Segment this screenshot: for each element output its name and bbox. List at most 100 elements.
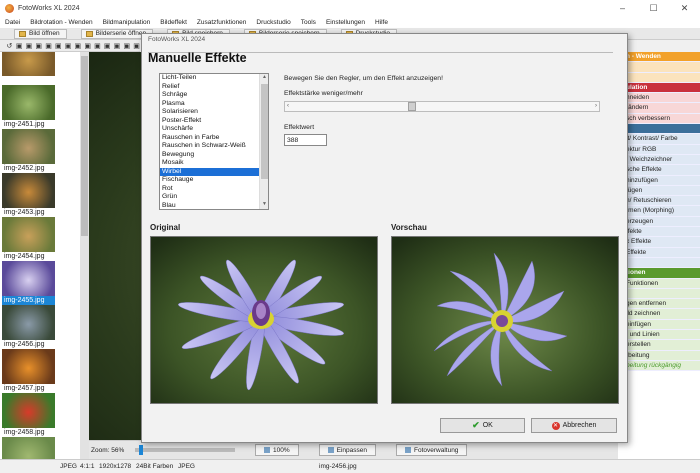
panel-section-header[interactable] xyxy=(618,124,700,135)
rotate-left-icon[interactable]: ↺ xyxy=(6,42,13,50)
slider-thumb[interactable] xyxy=(408,102,416,111)
effect-list-item[interactable]: Plasma xyxy=(160,100,268,109)
panel-function-item[interactable] xyxy=(618,288,700,300)
panel-function-item[interactable]: fügen xyxy=(618,185,700,197)
thumbnail-item[interactable]: img-2458.jpg xyxy=(2,393,55,437)
menu-print[interactable]: Druckstudio xyxy=(251,19,295,26)
image-icon[interactable]: ▣ xyxy=(114,42,121,50)
zoom-slider[interactable] xyxy=(135,445,235,455)
panel-function-item[interactable]: sche Effekte xyxy=(618,165,700,176)
panel-function-item[interactable]: n/ Retuschieren xyxy=(618,196,700,207)
panel-function-item[interactable]: ektur RGB xyxy=(618,144,700,155)
thumbnail-item[interactable]: img-2454.jpg xyxy=(2,217,55,261)
effect-list-item[interactable]: Blau xyxy=(160,202,268,210)
panel-function-item[interactable]: hinzufügen xyxy=(618,175,700,186)
menu-help[interactable]: Hilfe xyxy=(370,19,393,26)
thumbnail-item[interactable]: img-2459.jpg xyxy=(2,437,55,459)
image-icon[interactable]: ▣ xyxy=(45,42,52,50)
image-icon[interactable]: ▣ xyxy=(35,42,42,50)
image-icon[interactable]: ▣ xyxy=(104,42,111,50)
ok-button[interactable]: ✔ OK xyxy=(440,418,525,433)
thumbnail-item[interactable]: img-2453.jpg xyxy=(2,173,55,217)
effect-list-item[interactable]: Rot xyxy=(160,185,268,194)
menu-settings[interactable]: Einstellungen xyxy=(321,19,370,26)
panel-function-item[interactable]: einfügen xyxy=(618,319,700,331)
thumbnail-item[interactable]: img-2456.jpg xyxy=(2,305,55,349)
panel-function-item[interactable]: / Weichzeichner xyxy=(618,154,700,166)
thumbnail-item[interactable]: img-2452.jpg xyxy=(2,129,55,173)
menu-rotation[interactable]: Bildrotation - Wenden xyxy=(25,19,97,26)
panel-function-item[interactable]: beitung rückgängig xyxy=(618,360,700,372)
image-icon[interactable]: ▣ xyxy=(65,42,72,50)
image-icon[interactable]: ▣ xyxy=(123,42,130,50)
thumbnail-item[interactable]: img-2451.jpg xyxy=(2,85,55,129)
panel-function-item[interactable]: it/ Kontrast/ Farbe xyxy=(618,134,700,145)
panel-function-item[interactable]: sch verbessern xyxy=(618,113,700,125)
panel-function-item[interactable] xyxy=(618,72,700,83)
effect-list[interactable]: Licht-Teilen Relief Schräge Plasma Solarisie… xyxy=(159,73,269,210)
menu-extra[interactable]: Zusatzfunktionen xyxy=(192,19,252,26)
slider-left-arrow-icon[interactable]: ‹ xyxy=(287,103,289,109)
effect-list-item[interactable]: Grün xyxy=(160,193,268,202)
scroll-up-icon[interactable]: ▲ xyxy=(260,74,268,82)
effect-list-item[interactable]: Rauschen in Schwarz-Weiß xyxy=(160,142,268,151)
image-icon[interactable]: ▣ xyxy=(133,42,140,50)
menu-file[interactable]: Datei xyxy=(0,19,25,26)
panel-function-item[interactable]: rmen (Morphing) xyxy=(618,206,700,217)
effect-list-item[interactable]: Licht-Teilen xyxy=(160,74,268,83)
panel-function-item[interactable]: rbeitung xyxy=(618,350,700,361)
image-icon[interactable]: ▣ xyxy=(16,42,23,50)
scroll-down-icon[interactable]: ▼ xyxy=(260,201,268,209)
effect-list-scrollbar[interactable]: ▲ ▼ xyxy=(259,74,268,209)
effect-list-item[interactable]: Bewegung xyxy=(160,151,268,160)
effect-list-item[interactable]: Solarisieren xyxy=(160,108,268,117)
zoom-slider-thumb[interactable] xyxy=(138,445,143,455)
cancel-button[interactable]: ✕ Abbrechen xyxy=(531,418,617,433)
effect-strength-slider[interactable]: ‹ › xyxy=(284,101,600,112)
panel-section-header[interactable]: n - Wenden xyxy=(618,52,700,63)
panel-function-item[interactable]: erzeugen xyxy=(618,216,700,228)
thumbnail-item[interactable]: img-2455.jpg xyxy=(2,261,55,305)
fit-button[interactable]: Einpassen xyxy=(318,444,376,456)
effect-list-item[interactable]: Fischauge xyxy=(160,176,268,185)
scrollbar-thumb[interactable] xyxy=(261,84,268,179)
zoom-100-button[interactable]: 100% xyxy=(255,444,299,456)
panel-function-item[interactable] xyxy=(618,62,700,73)
effect-list-item[interactable]: Relief xyxy=(160,83,268,92)
panel-function-item[interactable]: x Effekte xyxy=(618,237,700,248)
maximize-button[interactable]: ☐ xyxy=(638,0,669,16)
effect-list-item[interactable]: Wirbel xyxy=(160,167,268,176)
scrollbar-thumb[interactable] xyxy=(81,56,88,236)
image-icon[interactable]: ▣ xyxy=(26,42,33,50)
open-image-button[interactable]: Bild öffnen xyxy=(14,28,67,39)
effect-list-item[interactable]: Poster-Effekt xyxy=(160,117,268,126)
panel-function-item[interactable]: t und Linien xyxy=(618,330,700,341)
slider-right-arrow-icon[interactable]: › xyxy=(595,103,597,109)
menu-effect[interactable]: Bildeffekt xyxy=(155,19,192,26)
effect-value-field[interactable]: 388 xyxy=(284,134,327,146)
image-icon[interactable]: ▣ xyxy=(84,42,91,50)
photo-manager-button[interactable]: Fotoverwaltung xyxy=(395,444,468,456)
thumbnail-item[interactable]: img-2457.jpg xyxy=(2,349,55,393)
menu-manipulation[interactable]: Bildmanipulation xyxy=(98,19,156,26)
minimize-button[interactable]: – xyxy=(607,0,638,16)
effect-list-item[interactable]: Mosaik xyxy=(160,159,268,168)
thumbnail-item[interactable] xyxy=(2,52,55,85)
panel-function-item[interactable]: gen entfernen xyxy=(618,299,700,310)
menu-tools[interactable]: Tools xyxy=(296,19,321,26)
panel-function-item[interactable]: ffekte xyxy=(618,227,700,238)
image-icon[interactable]: ▣ xyxy=(94,42,101,50)
panel-function-item[interactable]: erstellen xyxy=(618,340,700,351)
panel-function-item[interactable] xyxy=(618,257,700,269)
image-icon[interactable]: ▣ xyxy=(74,42,82,50)
panel-section-header[interactable]: tionen xyxy=(618,268,700,279)
panel-function-item[interactable]: rändern xyxy=(618,103,700,114)
effect-list-item[interactable]: Rauschen in Farbe xyxy=(160,134,268,143)
panel-function-item[interactable]: Funktionen xyxy=(618,278,700,289)
effect-list-item[interactable]: Schräge xyxy=(160,91,268,100)
panel-section-header[interactable]: ulation xyxy=(618,82,700,94)
thumbnail-scrollbar[interactable] xyxy=(80,52,89,459)
close-button[interactable]: ✕ xyxy=(669,0,700,16)
panel-function-item[interactable]: Effekte xyxy=(618,247,700,258)
panel-function-item[interactable]: ild zeichnen xyxy=(618,309,700,320)
